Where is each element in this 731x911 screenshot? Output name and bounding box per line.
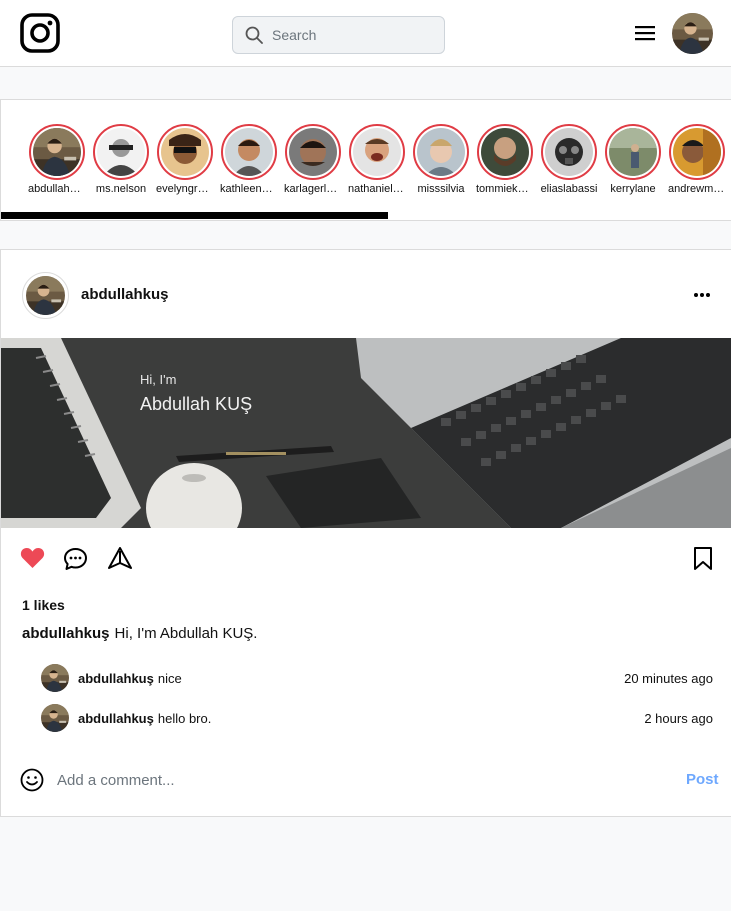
story-avatar (33, 128, 81, 176)
search-box[interactable] (232, 16, 445, 54)
story-item[interactable]: kathleenmason (217, 124, 281, 195)
story-username: kerrylane (610, 183, 656, 195)
story-ring (93, 124, 149, 180)
story-item[interactable]: karlagerlach (281, 124, 345, 195)
story-username: ms.nelson (95, 183, 147, 195)
story-item[interactable]: kerrylane (601, 124, 665, 195)
comment-username[interactable]: abdullahkuş (78, 711, 154, 726)
story-username: eliaslabassi (540, 183, 598, 195)
story-item[interactable]: eliaslabassi (537, 124, 601, 195)
story-ring (541, 124, 597, 180)
story-username: nathanielbrown (348, 183, 406, 195)
story-ring (157, 124, 213, 180)
story-username: misssilvia (417, 183, 465, 195)
story-username: andrewmurphy (668, 183, 726, 195)
story-item[interactable]: andrewmurphy (665, 124, 729, 195)
comment-bubble-icon[interactable] (63, 547, 88, 571)
story-avatar (97, 128, 145, 176)
comment-item: abdullahkuş hello bro. 2 hours ago (41, 704, 713, 732)
stories-scrollbar[interactable] (1, 212, 388, 219)
story-username: evelyngreen (156, 183, 214, 195)
story-avatar (481, 128, 529, 176)
story-username: kathleenmason (220, 183, 278, 195)
post-author-avatar[interactable] (22, 272, 69, 319)
more-options-icon[interactable] (692, 290, 712, 300)
post-image[interactable]: Hi, I'm Abdullah KUŞ (1, 338, 731, 528)
instagram-logo-icon[interactable] (20, 13, 60, 53)
comment-input[interactable] (57, 768, 617, 792)
profile-avatar[interactable] (672, 13, 713, 54)
hamburger-menu-icon[interactable] (634, 24, 656, 42)
stories-bar: abdullahkus ms.nelson evelyngreen kathle… (0, 99, 731, 221)
story-ring (285, 124, 341, 180)
bookmark-icon[interactable] (693, 546, 713, 571)
post-card: abdullahkuş Hi, I'm Abdullah KUŞ 1 likes… (0, 249, 731, 817)
desk-photo (1, 338, 731, 528)
story-ring (413, 124, 469, 180)
story-item[interactable]: evelyngreen (153, 124, 217, 195)
comment-avatar[interactable] (41, 664, 69, 692)
comment-text: nice (157, 670, 182, 686)
story-avatar (673, 128, 721, 176)
emoji-smile-icon[interactable] (20, 768, 44, 792)
story-ring (349, 124, 405, 180)
story-ring (221, 124, 277, 180)
story-username: tommiekelly (476, 183, 534, 195)
story-item[interactable]: abdullahkus (25, 124, 89, 195)
story-ring (605, 124, 661, 180)
story-list: abdullahkus ms.nelson evelyngreen kathle… (25, 124, 731, 195)
share-send-icon[interactable] (107, 546, 133, 570)
likes-count[interactable]: 1 likes (22, 597, 65, 613)
comment-timestamp: 20 minutes ago (624, 670, 713, 686)
story-item[interactable]: tommiekelly (473, 124, 537, 195)
like-heart-icon[interactable] (20, 547, 45, 569)
top-navbar (0, 0, 731, 67)
comment-item: abdullahkuş nice 20 minutes ago (41, 664, 713, 692)
story-avatar (289, 128, 337, 176)
comment-avatar[interactable] (41, 704, 69, 732)
story-ring (29, 124, 85, 180)
story-ring (669, 124, 725, 180)
caption-text: Hi, I'm Abdullah KUŞ. (114, 625, 258, 642)
story-item[interactable]: ms.nelson (89, 124, 153, 195)
story-username: karlagerlach (284, 183, 342, 195)
story-item[interactable]: misssilvia (409, 124, 473, 195)
search-input[interactable] (272, 27, 422, 43)
image-name-text: Abdullah KUŞ (140, 394, 253, 414)
comment-timestamp: 2 hours ago (644, 710, 713, 726)
story-username: abdullahkus (28, 183, 86, 195)
story-avatar (609, 128, 657, 176)
post-caption: abdullahkuş Hi, I'm Abdullah KUŞ. (22, 625, 257, 642)
image-greeting-text: Hi, I'm (140, 372, 177, 387)
post-author-username[interactable]: abdullahkuş (81, 286, 169, 303)
story-ring (477, 124, 533, 180)
add-comment-row: Post (1, 758, 731, 802)
story-avatar (225, 128, 273, 176)
comment-username[interactable]: abdullahkuş (78, 671, 154, 686)
story-avatar (545, 128, 593, 176)
story-avatar (353, 128, 401, 176)
comment-text: hello bro. (157, 710, 212, 726)
story-avatar (417, 128, 465, 176)
story-item[interactable]: nathanielbrown (345, 124, 409, 195)
search-icon (245, 26, 263, 44)
caption-username[interactable]: abdullahkuş (22, 625, 110, 642)
story-avatar (161, 128, 209, 176)
post-comment-button[interactable]: Post (686, 771, 719, 788)
